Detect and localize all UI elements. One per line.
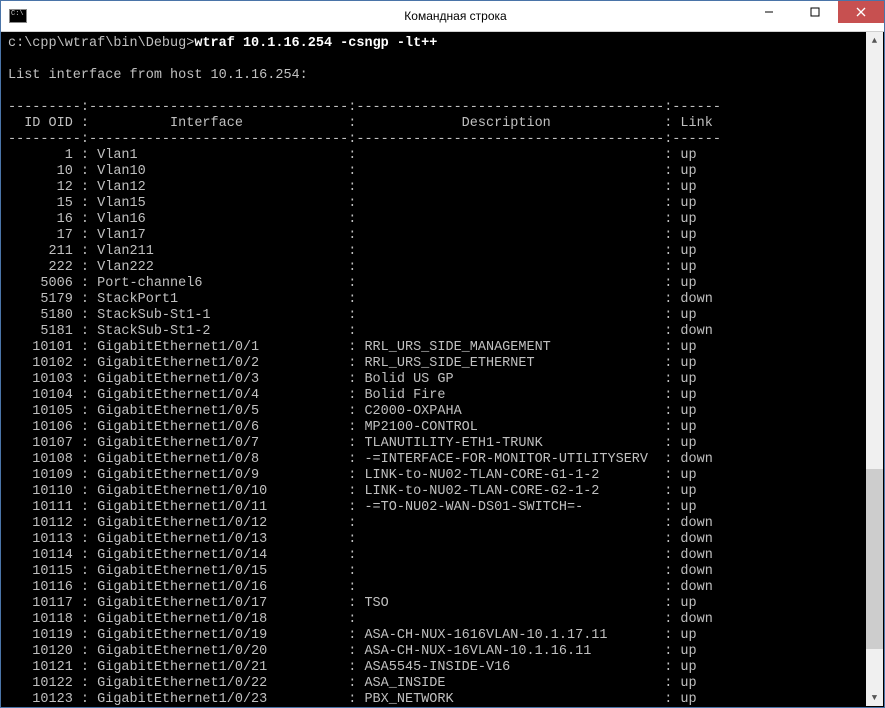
titlebar[interactable]: Командная строка xyxy=(1,1,884,32)
maximize-icon xyxy=(810,7,820,17)
cmd-icon xyxy=(9,9,27,23)
close-icon xyxy=(856,7,866,17)
minimize-icon xyxy=(764,7,774,17)
window-controls xyxy=(746,1,884,31)
scroll-track[interactable] xyxy=(866,49,883,689)
scroll-up-button[interactable]: ▲ xyxy=(866,32,883,49)
command-prompt-window: Командная строка c:\cpp\wtraf\bin\Debug>… xyxy=(0,0,885,708)
scroll-down-button[interactable]: ▼ xyxy=(866,689,883,706)
close-button[interactable] xyxy=(838,1,884,23)
terminal-output[interactable]: c:\cpp\wtraf\bin\Debug>wtraf 10.1.16.254… xyxy=(2,32,866,706)
vertical-scrollbar[interactable]: ▲ ▼ xyxy=(866,32,883,706)
minimize-button[interactable] xyxy=(746,1,792,23)
maximize-button[interactable] xyxy=(792,1,838,23)
scroll-thumb[interactable] xyxy=(866,469,883,649)
